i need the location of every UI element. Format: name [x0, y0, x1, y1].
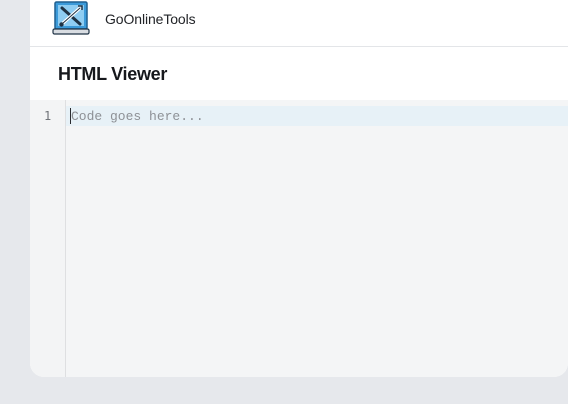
page-title: HTML Viewer [58, 64, 168, 84]
title-bar: HTML Viewer [30, 47, 568, 100]
brand-header: GoOnlineTools [30, 0, 568, 47]
laptop-tools-icon[interactable] [52, 0, 90, 38]
brand-name[interactable]: GoOnlineTools [105, 11, 196, 27]
tool-card: GoOnlineTools HTML Viewer 1 Code goes he… [30, 0, 568, 377]
code-input-placeholder[interactable]: Code goes here... [71, 109, 204, 124]
line-number: 1 [44, 109, 52, 123]
code-editor[interactable]: 1 Code goes here... [30, 100, 568, 377]
window-frame: GoOnlineTools HTML Viewer 1 Code goes he… [6, 0, 568, 398]
line-number-gutter [30, 100, 66, 377]
